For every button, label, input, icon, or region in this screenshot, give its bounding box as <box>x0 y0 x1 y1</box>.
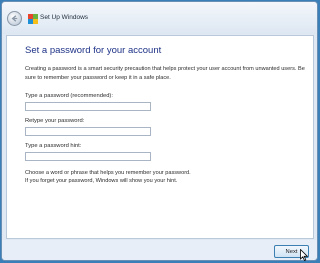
setup-window: Set Up Windows Set a password for your a… <box>1 1 318 261</box>
retype-password-input[interactable] <box>25 127 151 136</box>
hint-line-1: Choose a word or phrase that helps you r… <box>25 170 191 176</box>
mouse-pointer-icon <box>300 249 308 261</box>
password-label: Type a password (recommended): <box>25 93 113 99</box>
page-title: Set a password for your account <box>25 45 162 56</box>
hint-line-2: If you forget your password, Windows wil… <box>25 178 178 185</box>
main-panel: Set a password for your account Creating… <box>6 35 314 239</box>
page-description: Creating a password is a smart security … <box>25 66 305 81</box>
window-title: Set Up Windows <box>40 14 89 21</box>
windows-logo-icon <box>28 14 38 24</box>
retype-password-label: Retype your password: <box>25 118 85 124</box>
hint-explanation: Choose a word or phrase that helps you r… <box>25 169 305 186</box>
password-hint-label: Type a password hint: <box>25 143 82 149</box>
title-bar: Set Up Windows <box>2 2 317 34</box>
back-arrow-icon <box>11 15 18 22</box>
password-hint-input[interactable] <box>25 152 151 161</box>
footer-bar <box>2 240 317 260</box>
back-button[interactable] <box>7 11 22 26</box>
password-input[interactable] <box>25 102 151 111</box>
